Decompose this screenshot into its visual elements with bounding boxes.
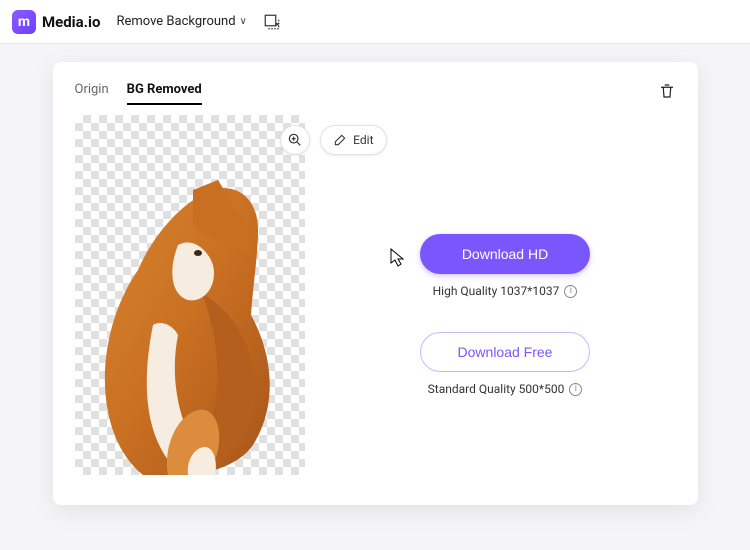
app-header: m Media.io Remove Background ∨ — [0, 0, 750, 44]
main-panel: Origin BG Removed — [53, 62, 698, 505]
site-name: Media.io — [42, 13, 100, 31]
hd-quality-info: High Quality 1037*1037 i — [433, 284, 578, 298]
logo-badge: m — [12, 10, 36, 34]
tabs-bar: Origin BG Removed — [75, 76, 676, 105]
image-preview[interactable] — [75, 115, 305, 475]
tab-bg-removed[interactable]: BG Removed — [127, 76, 202, 105]
zoom-in-button[interactable] — [280, 125, 310, 155]
download-hd-button[interactable]: Download HD — [420, 234, 590, 274]
tab-origin[interactable]: Origin — [75, 76, 109, 105]
info-icon[interactable]: i — [564, 285, 577, 298]
zoom-in-icon — [287, 132, 303, 148]
result-image — [83, 175, 293, 475]
resize-icon[interactable] — [263, 13, 281, 31]
preview-controls: Edit — [280, 125, 386, 155]
logo[interactable]: m Media.io — [12, 10, 100, 34]
preview-wrap: Edit — [75, 115, 305, 475]
tool-name-label: Remove Background — [116, 14, 235, 29]
chevron-down-icon: ∨ — [240, 16, 247, 27]
edit-label: Edit — [353, 133, 373, 147]
download-free-button[interactable]: Download Free — [420, 332, 590, 372]
free-quality-info: Standard Quality 500*500 i — [428, 382, 583, 396]
delete-button[interactable] — [658, 82, 676, 100]
content-row: Edit Download HD High Quality 1037*1037 … — [75, 115, 676, 475]
edit-icon — [333, 133, 347, 147]
hd-quality-text: High Quality 1037*1037 — [433, 284, 560, 298]
tool-dropdown[interactable]: Remove Background ∨ — [116, 14, 246, 29]
edit-button[interactable]: Edit — [320, 125, 386, 155]
download-panel: Download HD High Quality 1037*1037 i Dow… — [335, 115, 676, 475]
free-quality-text: Standard Quality 500*500 — [428, 382, 565, 396]
info-icon[interactable]: i — [569, 383, 582, 396]
